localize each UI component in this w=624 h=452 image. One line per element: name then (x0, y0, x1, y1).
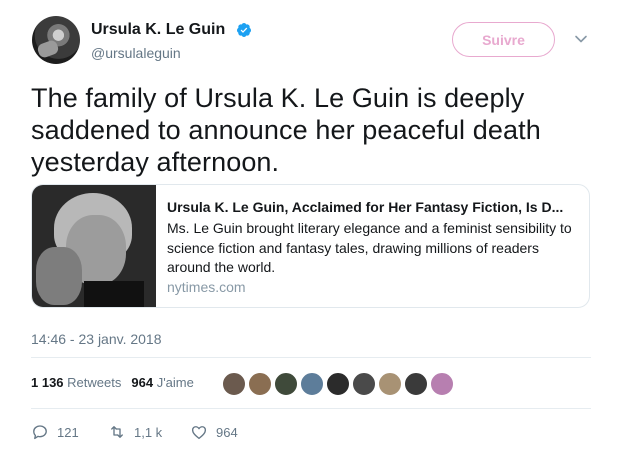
card-domain: nytimes.com (167, 279, 246, 295)
verified-badge-icon (237, 23, 251, 37)
retweet-button[interactable]: 1,1 k (108, 423, 162, 441)
author-handle[interactable]: @ursulaleguin (91, 45, 181, 61)
retweets-count: 1 136 (31, 375, 64, 390)
liker-avatar[interactable] (222, 372, 246, 396)
reply-button[interactable]: 121 (31, 423, 79, 441)
link-card[interactable]: Ursula K. Le Guin, Acclaimed for Her Fan… (31, 184, 590, 308)
liker-avatar[interactable] (326, 372, 350, 396)
card-title: Ursula K. Le Guin, Acclaimed for Her Fan… (167, 199, 564, 215)
card-description: Ms. Le Guin brought literary elegance an… (167, 220, 572, 275)
likes-count: 964 (131, 375, 154, 390)
chevron-down-icon[interactable] (574, 32, 588, 46)
tweet: Ursula K. Le Guin @ursulaleguin Suivre T… (0, 0, 624, 452)
like-button[interactable]: 964 (190, 423, 238, 441)
likes-label: J'aime (156, 375, 194, 390)
retweet-icon (111, 426, 123, 438)
tweet-stats: 1 136 Retweets 964 J'aime (31, 375, 194, 390)
like-count: 964 (216, 424, 238, 440)
liker-avatar[interactable] (248, 372, 272, 396)
liker-avatar[interactable] (352, 372, 376, 396)
likes-stat[interactable]: 964 J'aime (131, 375, 194, 390)
retweets-stat[interactable]: 1 136 Retweets (31, 375, 121, 390)
reply-icon (33, 425, 47, 440)
tweet-timestamp[interactable]: 14:46 - 23 janv. 2018 (31, 331, 162, 347)
heart-icon (191, 426, 207, 440)
article-photo (32, 185, 156, 307)
divider (31, 357, 591, 358)
liker-avatar[interactable] (300, 372, 324, 396)
divider (31, 408, 591, 409)
liker-avatar[interactable] (274, 372, 298, 396)
tweet-text: The family of Ursula K. Le Guin is deepl… (31, 83, 541, 177)
liker-avatar[interactable] (404, 372, 428, 396)
follow-button[interactable]: Suivre (452, 22, 555, 57)
liker-avatar[interactable] (378, 372, 402, 396)
retweets-label: Retweets (67, 375, 122, 390)
reply-count: 121 (57, 424, 79, 440)
author-avatar[interactable] (32, 16, 80, 64)
liker-avatar[interactable] (430, 372, 454, 396)
retweet-count: 1,1 k (134, 424, 163, 440)
author-name[interactable]: Ursula K. Le Guin (91, 21, 225, 39)
avatar-detail (36, 39, 60, 59)
